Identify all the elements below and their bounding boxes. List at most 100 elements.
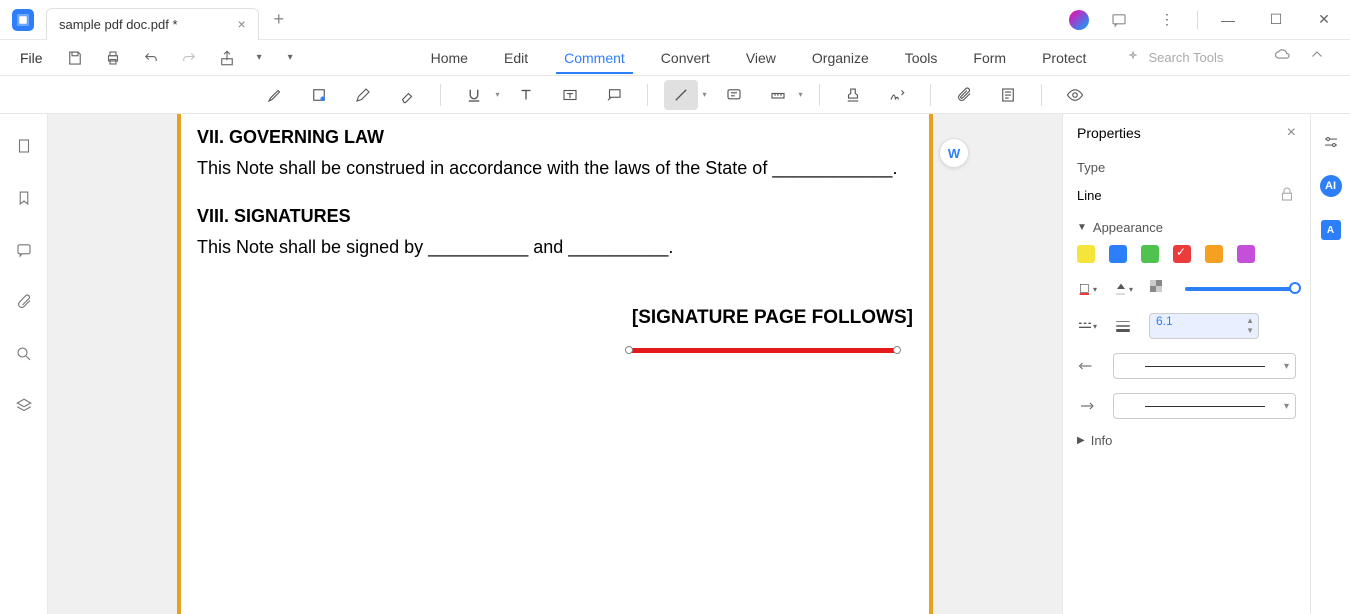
menu-tab-comment[interactable]: Comment	[546, 42, 643, 74]
note-tool[interactable]	[717, 80, 751, 110]
hide-comments-tool[interactable]	[1058, 80, 1092, 110]
document-tab[interactable]: sample pdf doc.pdf * ×	[46, 8, 259, 40]
right-rail: AI A	[1310, 114, 1350, 614]
maximize-button[interactable]: ☐	[1258, 5, 1294, 35]
spinner-arrows[interactable]: ▲▼	[1246, 316, 1254, 336]
menu-tab-convert[interactable]: Convert	[643, 42, 728, 74]
layers-button[interactable]	[12, 394, 36, 418]
start-arrow-combo[interactable]: ▾	[1113, 353, 1296, 379]
measure-tool[interactable]	[761, 80, 795, 110]
stamp-tool[interactable]	[836, 80, 870, 110]
qat-customize-icon[interactable]: ▾	[288, 52, 293, 63]
eraser-tool[interactable]	[390, 80, 424, 110]
comments-button[interactable]	[12, 238, 36, 262]
menu-tab-home[interactable]: Home	[413, 42, 486, 74]
left-rail	[0, 114, 48, 614]
save-button[interactable]	[63, 46, 87, 70]
underline-tool[interactable]	[457, 80, 491, 110]
new-tab-button[interactable]: +	[267, 8, 291, 32]
line-tool[interactable]	[664, 80, 698, 110]
sparkle-icon	[1124, 49, 1142, 67]
line-handle-right[interactable]	[893, 346, 901, 354]
info-label: Info	[1091, 433, 1113, 448]
ai-button[interactable]: AI	[1319, 174, 1343, 198]
tab-title: sample pdf doc.pdf *	[59, 17, 178, 32]
attachment-tool[interactable]	[947, 80, 981, 110]
underline-dropdown[interactable]: ▾	[495, 90, 499, 99]
area-highlight-tool[interactable]	[302, 80, 336, 110]
app-icon	[12, 9, 34, 31]
color-swatch-green[interactable]	[1141, 245, 1159, 263]
attachments-button[interactable]	[12, 290, 36, 314]
thickness-field[interactable]	[1156, 314, 1238, 328]
appearance-section-toggle[interactable]: ▼ Appearance	[1077, 220, 1296, 235]
color-swatch-blue[interactable]	[1109, 245, 1127, 263]
text-box-tool[interactable]	[553, 80, 587, 110]
line-handle-left[interactable]	[625, 346, 633, 354]
title-bar: sample pdf doc.pdf * × + ⋮ — ☐ ✕	[0, 0, 1350, 40]
word-badge-icon[interactable]: W	[939, 138, 969, 168]
color-swatches	[1077, 245, 1296, 263]
opacity-slider[interactable]	[1185, 287, 1296, 291]
lock-icon[interactable]	[1278, 185, 1296, 206]
pencil-tool[interactable]	[346, 80, 380, 110]
search-button[interactable]	[12, 342, 36, 366]
end-arrow-combo[interactable]: ▾	[1113, 393, 1296, 419]
line-dropdown[interactable]: ▾	[702, 90, 706, 99]
document-area[interactable]: VII. GOVERNING LAW This Note shall be co…	[48, 114, 1062, 614]
highlight-tool[interactable]	[258, 80, 292, 110]
type-label: Type	[1077, 160, 1296, 175]
comments-panel-tool[interactable]	[991, 80, 1025, 110]
properties-title: Properties	[1077, 125, 1141, 141]
caret-down-icon: ▼	[1077, 222, 1087, 233]
more-icon[interactable]: ⋮	[1149, 5, 1185, 35]
section-body: This Note shall be construed in accordan…	[197, 153, 913, 184]
color-swatch-yellow[interactable]	[1077, 245, 1095, 263]
measure-dropdown[interactable]: ▾	[799, 90, 803, 99]
dash-style-picker[interactable]: ▾	[1077, 316, 1097, 336]
share-dropdown-icon[interactable]: ▾	[257, 52, 262, 63]
user-avatar[interactable]	[1069, 10, 1089, 30]
tab-close-button[interactable]: ×	[238, 16, 246, 32]
info-section-toggle[interactable]: ▶ Info	[1077, 433, 1296, 448]
cloud-icon[interactable]	[1274, 46, 1292, 69]
page: VII. GOVERNING LAW This Note shall be co…	[177, 114, 933, 614]
menu-tab-edit[interactable]: Edit	[486, 42, 546, 74]
menu-tab-tools[interactable]: Tools	[887, 42, 956, 74]
comment-icon[interactable]	[1101, 5, 1137, 35]
menu-tab-protect[interactable]: Protect	[1024, 42, 1104, 74]
redo-button[interactable]	[177, 46, 201, 70]
undo-button[interactable]	[139, 46, 163, 70]
opacity-picker[interactable]	[1149, 279, 1169, 299]
menu-tab-organize[interactable]: Organize	[794, 42, 887, 74]
section-heading: VII. GOVERNING LAW	[197, 122, 913, 153]
properties-close-button[interactable]: ×	[1287, 124, 1296, 142]
thumbnails-button[interactable]	[12, 134, 36, 158]
color-swatch-orange[interactable]	[1205, 245, 1223, 263]
search-tools-input[interactable]: Search Tools	[1124, 49, 1223, 67]
fill-color-picker[interactable]: ▾	[1113, 279, 1133, 299]
color-swatch-red[interactable]	[1173, 245, 1191, 263]
start-arrow-icon	[1077, 356, 1097, 376]
thickness-input[interactable]: ▲▼	[1149, 313, 1259, 339]
callout-tool[interactable]	[597, 80, 631, 110]
comment-toolbar: ▾ ▾ ▾	[0, 76, 1350, 114]
print-button[interactable]	[101, 46, 125, 70]
close-button[interactable]: ✕	[1306, 5, 1342, 35]
color-swatch-purple[interactable]	[1237, 245, 1255, 263]
section-body: This Note shall be signed by __________ …	[197, 232, 913, 263]
collapse-ribbon-icon[interactable]	[1308, 46, 1326, 69]
line-annotation[interactable]	[629, 348, 897, 353]
minimize-button[interactable]: —	[1210, 5, 1246, 35]
menu-tab-form[interactable]: Form	[955, 42, 1024, 74]
menu-tab-view[interactable]: View	[728, 42, 794, 74]
share-button[interactable]	[215, 46, 239, 70]
file-menu[interactable]: File	[8, 50, 55, 66]
translate-icon[interactable]: A	[1319, 218, 1343, 242]
text-tool[interactable]	[509, 80, 543, 110]
menu-bar: File ▾ ▾ Home Edit Comment Convert View …	[0, 40, 1350, 76]
stroke-color-picker[interactable]: ▾	[1077, 279, 1097, 299]
bookmarks-button[interactable]	[12, 186, 36, 210]
settings-icon[interactable]	[1319, 130, 1343, 154]
signature-tool[interactable]	[880, 80, 914, 110]
